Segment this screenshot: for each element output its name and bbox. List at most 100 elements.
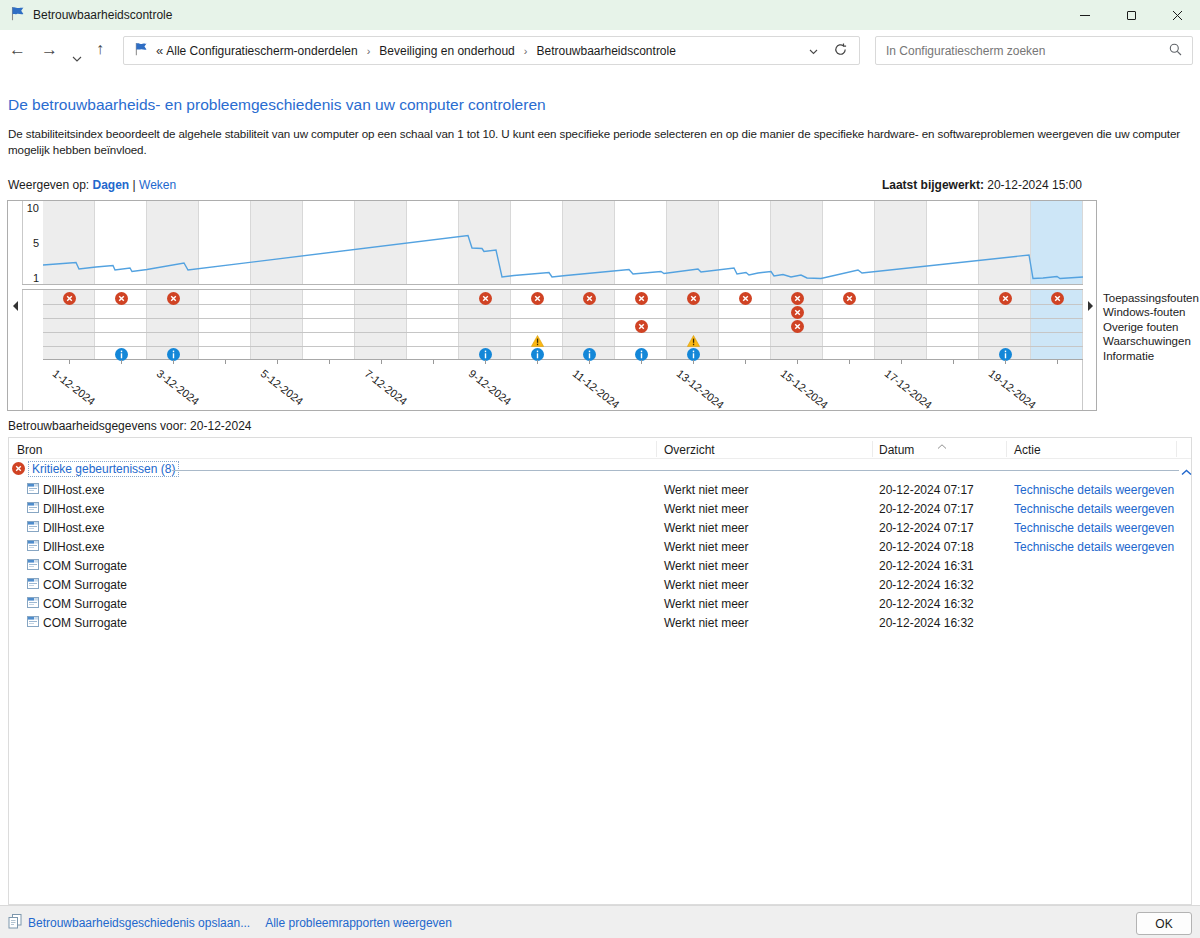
error-icon: [791, 291, 804, 304]
column-header-overzicht[interactable]: Overzicht: [664, 443, 715, 457]
info-icon: [687, 347, 700, 360]
up-button[interactable]: ↑: [96, 40, 104, 58]
x-axis-tick: [953, 360, 954, 364]
chart-day-column[interactable]: [407, 290, 459, 359]
title-bar: Betrouwbaarheidscontrole: [0, 0, 1200, 30]
breadcrumb-item[interactable]: Alle Configuratiescherm-onderdelen: [163, 44, 360, 58]
critical-events-group-row[interactable]: Kritieke gebeurtenissen (8): [9, 459, 1191, 479]
save-history-link[interactable]: Betrouwbaarheidsgeschiedenis opslaan...: [28, 916, 250, 930]
application-icon: [27, 540, 39, 554]
error-icon: [791, 305, 804, 318]
event-row[interactable]: COM SurrogateWerkt niet meer20-12-2024 1…: [9, 556, 1191, 575]
chart-day-column[interactable]: [875, 290, 927, 359]
x-axis-date-label: 3-12-2024: [155, 367, 202, 407]
x-axis-tick: [225, 360, 226, 364]
critical-events-group-label[interactable]: Kritieke gebeurtenissen (8): [28, 461, 179, 477]
error-icon: [635, 291, 648, 304]
chart-day-column[interactable]: [251, 290, 303, 359]
row-divider: [43, 346, 1083, 347]
y-axis-label-1: 1: [8, 272, 39, 284]
event-row[interactable]: DllHost.exeWerkt niet meer20-12-2024 07:…: [9, 499, 1191, 518]
chart-left-divider: [22, 201, 23, 410]
collapse-chevron-icon[interactable]: [1181, 465, 1192, 479]
application-icon: [27, 502, 39, 516]
last-updated-value: 20-12-2024 15:00: [987, 178, 1082, 192]
column-header-actie[interactable]: Actie: [1014, 443, 1041, 457]
cell-overzicht: Werkt niet meer: [664, 502, 748, 516]
column-header-datum[interactable]: Datum: [879, 443, 914, 457]
cell-datum: 20-12-2024 16:32: [879, 597, 974, 611]
technical-details-link[interactable]: Technische details weergeven: [1014, 521, 1174, 535]
view-days-link[interactable]: Dagen: [93, 178, 130, 192]
chart-day-column[interactable]: [303, 290, 355, 359]
cell-bron: COM Surrogate: [43, 616, 127, 630]
breadcrumb-item[interactable]: Beveiliging en onderhoud: [376, 44, 517, 58]
error-icon: [479, 291, 492, 304]
maximize-button[interactable]: [1108, 0, 1154, 30]
scroll-left-icon[interactable]: [13, 301, 18, 311]
chart-day-column[interactable]: [355, 290, 407, 359]
event-row[interactable]: COM SurrogateWerkt niet meer20-12-2024 1…: [9, 575, 1191, 594]
page-title: De betrouwbaarheids- en probleemgeschied…: [8, 96, 546, 114]
breadcrumb-item[interactable]: Betrouwbaarheidscontrole: [533, 44, 678, 58]
cell-bron: DllHost.exe: [43, 540, 104, 554]
close-button[interactable]: [1154, 0, 1200, 30]
cell-bron: DllHost.exe: [43, 502, 104, 516]
cell-bron: DllHost.exe: [43, 483, 104, 497]
row-divider: [43, 304, 1083, 305]
search-box[interactable]: In Configuratiescherm zoeken: [875, 36, 1193, 65]
address-bar[interactable]: « Alle Configuratiescherm-onderdelen›Bev…: [123, 36, 860, 65]
back-button[interactable]: ←: [9, 40, 26, 60]
cell-overzicht: Werkt niet meer: [664, 578, 748, 592]
scroll-right-icon[interactable]: [1088, 301, 1093, 311]
refresh-icon[interactable]: [828, 43, 859, 59]
x-axis-date-label: 15-12-2024: [779, 367, 831, 411]
error-icon: [635, 319, 648, 332]
minimize-button[interactable]: [1062, 0, 1108, 30]
info-icon: [167, 347, 180, 360]
forward-button[interactable]: →: [41, 40, 58, 60]
application-icon: [27, 483, 39, 497]
details-caption: Betrouwbaarheidsgegevens voor: 20-12-202…: [8, 419, 252, 433]
y-axis-label-5: 5: [8, 237, 39, 249]
column-divider: [1176, 441, 1177, 457]
sort-ascending-icon: [937, 438, 947, 452]
event-row[interactable]: COM SurrogateWerkt niet meer20-12-2024 1…: [9, 594, 1191, 613]
x-axis-tick: [901, 360, 902, 364]
page-description: De stabiliteitsindex beoordeelt de algeh…: [8, 126, 1194, 157]
ok-button[interactable]: OK: [1136, 912, 1192, 935]
error-icon: [843, 291, 856, 304]
x-axis-tick: [1057, 360, 1058, 364]
x-axis-date-label: 13-12-2024: [675, 367, 727, 411]
error-icon: [167, 291, 180, 304]
window-title: Betrouwbaarheidscontrole: [33, 8, 172, 22]
recent-pages-chevron-icon[interactable]: [72, 47, 82, 67]
cell-bron: COM Surrogate: [43, 597, 127, 611]
column-header-bron[interactable]: Bron: [17, 443, 42, 457]
x-axis-date-label: 11-12-2024: [571, 367, 622, 411]
row-divider: [43, 318, 1083, 319]
search-icon[interactable]: [1169, 42, 1182, 60]
cell-datum: 20-12-2024 07:17: [879, 483, 974, 497]
view-all-reports-link[interactable]: Alle probleemrapporten weergeven: [265, 916, 452, 930]
event-row[interactable]: DllHost.exeWerkt niet meer20-12-2024 07:…: [9, 537, 1191, 556]
event-row[interactable]: COM SurrogateWerkt niet meer20-12-2024 1…: [9, 613, 1191, 632]
x-axis-tick: [589, 360, 590, 364]
x-axis-tick: [69, 360, 70, 364]
technical-details-link[interactable]: Technische details weergeven: [1014, 540, 1174, 554]
view-by-row: Weergeven op: Dagen | Weken: [8, 178, 176, 192]
cell-overzicht: Werkt niet meer: [664, 540, 748, 554]
technical-details-link[interactable]: Technische details weergeven: [1014, 502, 1174, 516]
view-weeks-link[interactable]: Weken: [139, 178, 176, 192]
chart-day-column[interactable]: [927, 290, 979, 359]
technical-details-link[interactable]: Technische details weergeven: [1014, 483, 1174, 497]
command-bar: Betrouwbaarheidsgeschiedenis opslaan... …: [0, 905, 1200, 938]
event-row[interactable]: DllHost.exeWerkt niet meer20-12-2024 07:…: [9, 480, 1191, 499]
error-icon: [687, 291, 700, 304]
error-icon: [1051, 291, 1064, 304]
event-row[interactable]: DllHost.exeWerkt niet meer20-12-2024 07:…: [9, 518, 1191, 537]
address-dropdown-chevron-icon[interactable]: [799, 44, 828, 58]
chart-day-column[interactable]: [199, 290, 251, 359]
stability-line-zone: [43, 201, 1083, 284]
stability-index-line: [43, 236, 1083, 279]
